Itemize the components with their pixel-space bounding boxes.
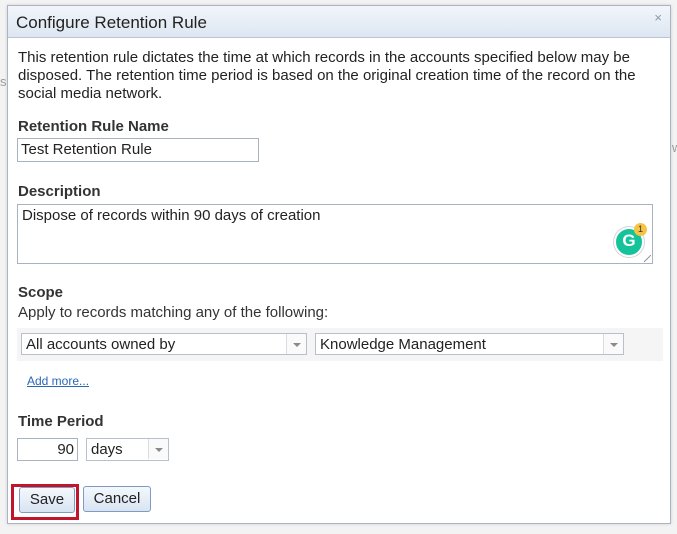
time-unit-value: days — [91, 441, 123, 458]
chevron-down-icon[interactable] — [603, 334, 623, 354]
grammarly-icon[interactable]: G 1 — [614, 223, 647, 257]
grammarly-badge: 1 — [634, 223, 647, 236]
scope-criteria-row: All accounts owned by Knowledge Manageme… — [17, 328, 663, 361]
dialog-description: This retention rule dictates the time at… — [18, 49, 636, 102]
resize-handle-icon[interactable] — [644, 255, 651, 262]
rule-name-input[interactable]: Test Retention Rule — [17, 138, 259, 162]
description-text: Dispose of records within 90 days of cre… — [22, 207, 321, 224]
add-more-link[interactable]: Add more... — [27, 374, 89, 388]
chevron-down-icon[interactable] — [148, 439, 168, 459]
configure-retention-rule-dialog: Configure Retention Rule × This retentio… — [7, 5, 671, 524]
background-fragment: w — [672, 140, 677, 155]
description-label: Description — [18, 183, 101, 200]
time-unit-select[interactable]: days — [86, 438, 169, 461]
chevron-down-icon[interactable] — [286, 334, 306, 354]
owner-select-value: Knowledge Management — [320, 336, 486, 353]
rule-name-label: Retention Rule Name — [18, 118, 169, 135]
criteria-select[interactable]: All accounts owned by — [21, 333, 307, 355]
criteria-select-value: All accounts owned by — [26, 336, 176, 353]
background-fragment: s — [0, 74, 7, 89]
owner-select[interactable]: Knowledge Management — [315, 333, 624, 355]
time-period-label: Time Period — [18, 413, 104, 430]
save-button[interactable]: Save — [19, 487, 75, 513]
dialog-titlebar[interactable]: Configure Retention Rule × — [8, 6, 670, 38]
cancel-button[interactable]: Cancel — [83, 486, 151, 512]
dialog-title: Configure Retention Rule — [16, 13, 207, 32]
scope-subtitle: Apply to records matching any of the fol… — [18, 304, 329, 321]
description-textarea[interactable]: Dispose of records within 90 days of cre… — [17, 204, 653, 264]
time-period-input[interactable]: 90 — [17, 438, 78, 461]
close-icon[interactable]: × — [654, 10, 662, 25]
scope-label: Scope — [18, 284, 64, 301]
